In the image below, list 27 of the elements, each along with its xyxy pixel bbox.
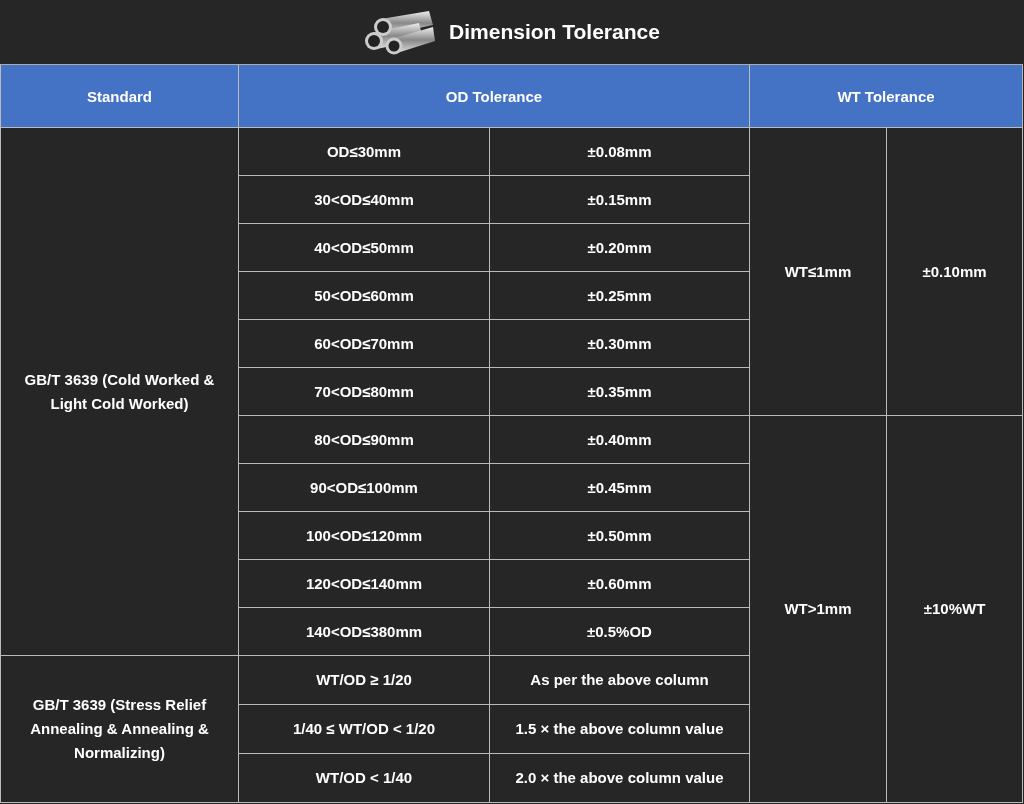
table-cell: ±0.40mm bbox=[489, 415, 750, 464]
table-cell: 120<OD≤140mm bbox=[238, 559, 490, 608]
table-cell: WT/OD ≥ 1/20 bbox=[238, 655, 490, 705]
column-header: OD Tolerance bbox=[238, 64, 750, 128]
column-header: Standard bbox=[0, 64, 239, 128]
table-cell: 90<OD≤100mm bbox=[238, 463, 490, 512]
table-cell: ±10%WT bbox=[886, 415, 1023, 803]
table-cell: WT≤1mm bbox=[749, 127, 887, 416]
table-cell: WT/OD < 1/40 bbox=[238, 753, 490, 803]
table-cell: ±0.10mm bbox=[886, 127, 1023, 416]
table-cell: OD≤30mm bbox=[238, 127, 490, 176]
table-cell: 140<OD≤380mm bbox=[238, 607, 490, 656]
table-cell: 70<OD≤80mm bbox=[238, 367, 490, 416]
column-header: WT Tolerance bbox=[749, 64, 1023, 128]
pipes-icon bbox=[363, 9, 436, 55]
table-title: Dimension Tolerance bbox=[449, 20, 660, 44]
table-cell: 60<OD≤70mm bbox=[238, 319, 490, 368]
table-cell: 40<OD≤50mm bbox=[238, 223, 490, 272]
table-cell: 80<OD≤90mm bbox=[238, 415, 490, 464]
table-cell: 30<OD≤40mm bbox=[238, 175, 490, 224]
table-cell: 100<OD≤120mm bbox=[238, 511, 490, 560]
table-cell: 1/40 ≤ WT/OD < 1/20 bbox=[238, 704, 490, 754]
table-cell: GB/T 3639 (Stress Relief Annealing & Annealing & Normalizing) bbox=[0, 655, 239, 803]
table-cell: 50<OD≤60mm bbox=[238, 271, 490, 320]
table-cell: ±0.08mm bbox=[489, 127, 750, 176]
table-cell: WT>1mm bbox=[749, 415, 887, 803]
table-cell: GB/T 3639 (Cold Worked & Light Cold Worked) bbox=[0, 127, 239, 656]
